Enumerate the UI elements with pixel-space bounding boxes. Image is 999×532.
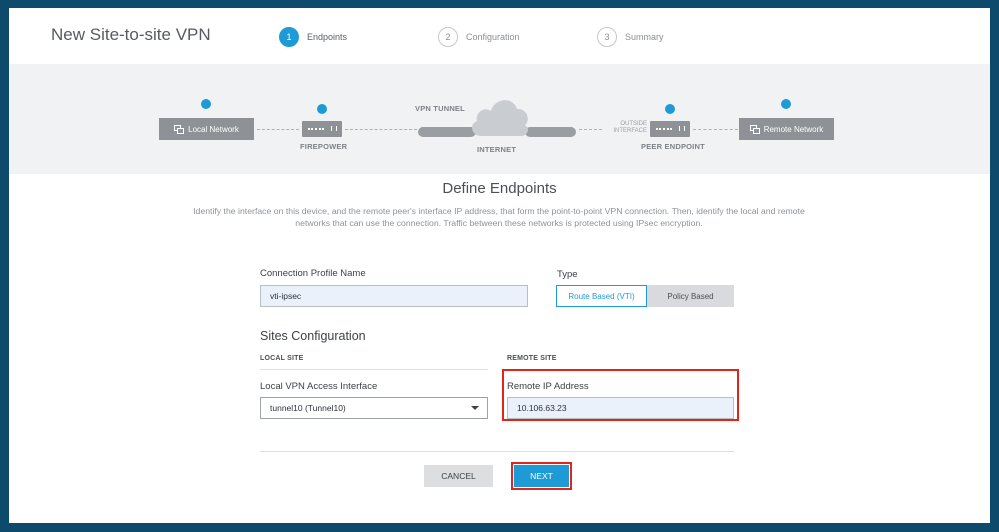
firepower-label: FIREPOWER [300, 142, 348, 151]
remote-ip-input[interactable]: 10.106.63.23 [507, 397, 734, 419]
firepower-dot[interactable] [317, 104, 327, 114]
local-vpn-interface-label: Local VPN Access Interface [260, 381, 378, 392]
local-vpn-interface-select[interactable]: tunnel10 (Tunnel10) [260, 397, 488, 419]
step-endpoints[interactable]: 1 Endpoints [279, 26, 347, 48]
step-label: Endpoints [307, 32, 348, 42]
peer-endpoint-dot[interactable] [665, 104, 675, 114]
wizard-header: New Site-to-site VPN 1 Endpoints 2 Confi… [9, 8, 990, 64]
link-line [693, 129, 738, 130]
step-label: Summary [625, 32, 664, 42]
step-number: 2 [438, 27, 458, 47]
vpn-wizard-window: New Site-to-site VPN 1 Endpoints 2 Confi… [9, 8, 990, 523]
connection-profile-label: Connection Profile Name [260, 268, 366, 279]
network-icon [749, 124, 760, 134]
peer-endpoint-label: PEER ENDPOINT [641, 142, 705, 151]
type-route-based-button[interactable]: Route Based (VTI) [556, 285, 647, 307]
sites-configuration-heading: Sites Configuration [260, 329, 366, 343]
local-vpn-interface-value: tunnel10 (Tunnel10) [270, 403, 346, 413]
divider [260, 451, 734, 452]
local-network-label: Local Network [188, 124, 239, 134]
peer-device-icon [650, 121, 690, 137]
vpn-tunnel-label: VPN TUNNEL [415, 104, 465, 113]
vpn-topology-diagram: Local Network FIREPOWER VPN TUNNEL INTER… [9, 64, 990, 174]
local-network-node[interactable]: Local Network [159, 118, 254, 140]
local-network-dot[interactable] [201, 99, 211, 109]
link-line [345, 129, 417, 130]
next-button[interactable]: NEXT [514, 465, 569, 487]
section-title: Define Endpoints [442, 180, 557, 197]
type-label: Type [557, 269, 578, 280]
type-policy-based-button[interactable]: Policy Based [647, 285, 734, 307]
step-number: 1 [279, 27, 299, 47]
cloud-icon [472, 100, 528, 136]
remote-network-dot[interactable] [781, 99, 791, 109]
step-configuration[interactable]: 2 Configuration [438, 26, 520, 48]
step-number: 3 [597, 27, 617, 47]
step-summary[interactable]: 3 Summary [597, 26, 664, 48]
chevron-down-icon [471, 406, 479, 410]
remote-site-caption: REMOTE SITE [507, 355, 557, 362]
local-site-caption: LOCAL SITE [260, 355, 304, 362]
cancel-button[interactable]: CANCEL [424, 465, 493, 487]
step-label: Configuration [466, 32, 520, 42]
link-line [257, 129, 299, 130]
network-icon [174, 124, 185, 134]
section-description: Identify the interface on this device, a… [193, 206, 805, 228]
page-title: New Site-to-site VPN [51, 25, 211, 44]
divider [260, 369, 488, 370]
remote-network-label: Remote Network [763, 124, 824, 134]
outside-interface-label: OUTSIDE INTERFACE [602, 121, 647, 135]
firepower-device-icon [302, 121, 342, 137]
remote-network-node[interactable]: Remote Network [739, 118, 834, 140]
connection-profile-input[interactable]: vti-ipsec [260, 285, 528, 307]
remote-ip-label: Remote IP Address [507, 381, 589, 392]
internet-label: INTERNET [477, 145, 517, 154]
